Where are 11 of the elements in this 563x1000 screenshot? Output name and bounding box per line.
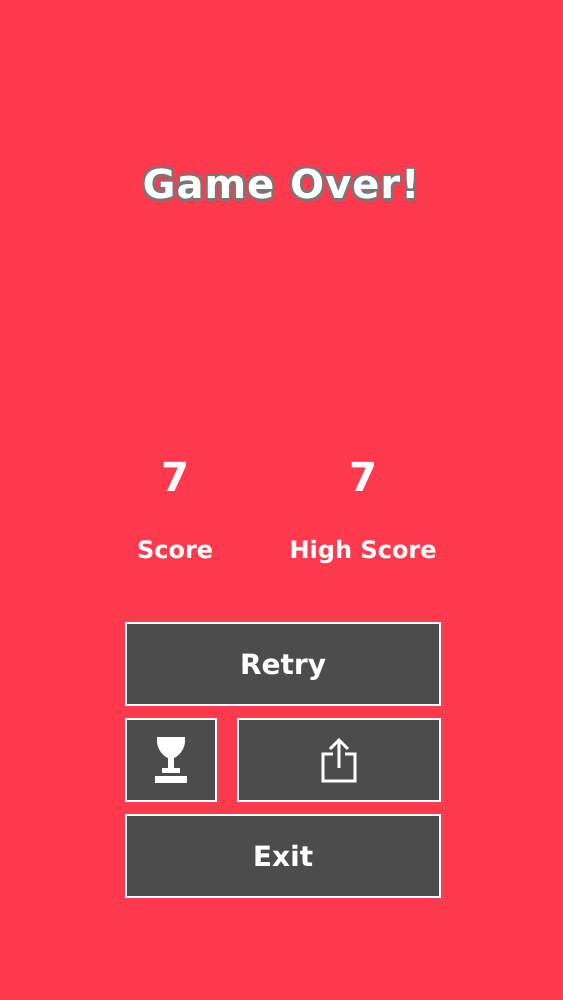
score-value: 7 [161, 454, 189, 502]
share-button[interactable] [237, 718, 441, 802]
game-button[interactable]: Exit [125, 814, 441, 898]
leaderboard-button[interactable] [125, 718, 217, 802]
trophy-icon [155, 737, 187, 783]
share-icon [321, 737, 357, 783]
score-label: High Score [289, 536, 437, 564]
score-value: 7 [349, 454, 377, 502]
game-button[interactable]: Retry [125, 622, 441, 706]
score-label: Score [136, 536, 214, 564]
game-over-title: Game Over! [142, 162, 420, 208]
